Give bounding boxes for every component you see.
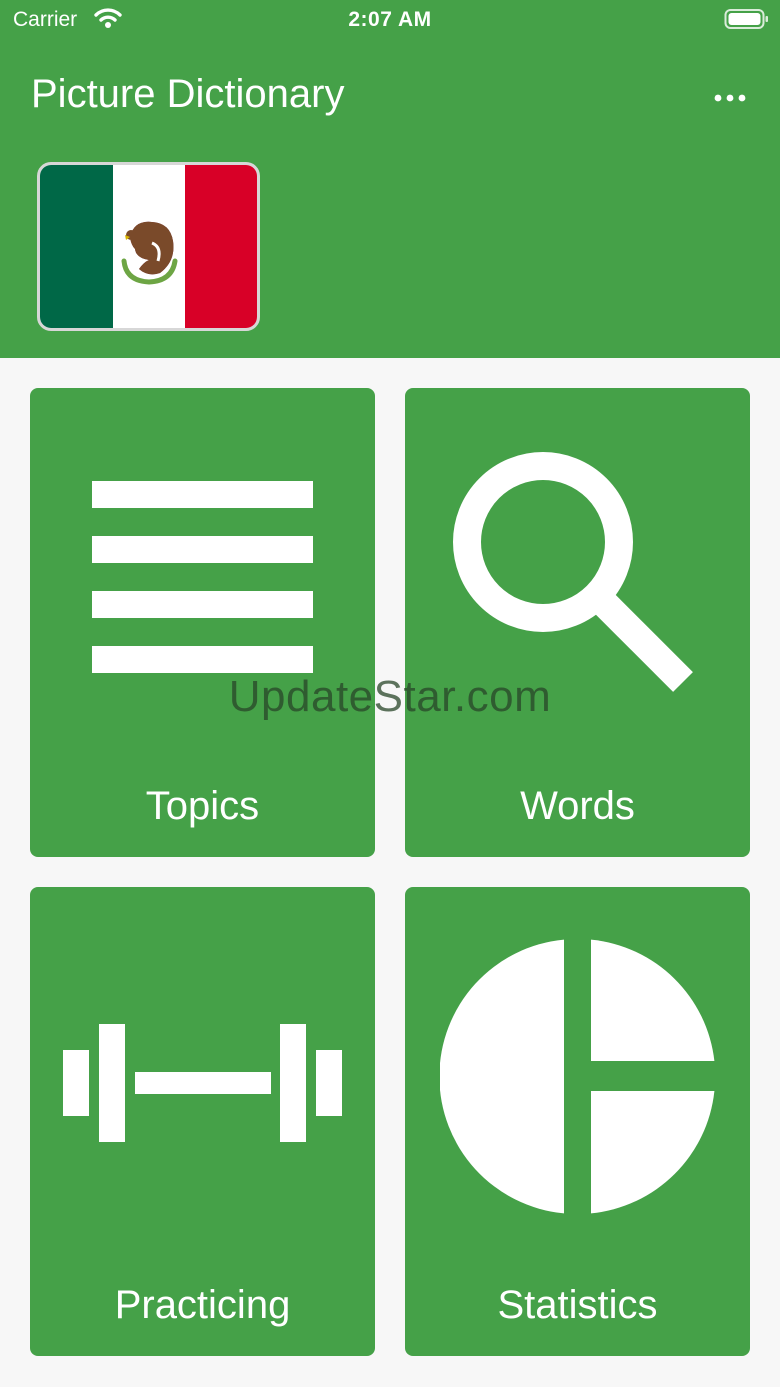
dumbbell-icon (63, 1024, 342, 1142)
list-icon (92, 481, 313, 673)
pie-chart-icon (440, 939, 715, 1214)
words-label: Words (520, 784, 635, 828)
status-bar: Carrier 2:07 AM (0, 0, 780, 40)
topics-label: Topics (145, 784, 260, 828)
practicing-label: Practicing (114, 1283, 291, 1327)
search-icon (453, 452, 693, 692)
mexico-flag-icon (40, 165, 257, 328)
words-tile[interactable]: Words (405, 388, 750, 857)
statistics-label: Statistics (497, 1283, 658, 1327)
practicing-tile[interactable]: Practicing (30, 887, 375, 1356)
app-header: Carrier 2:07 AM Picture Dictionary (0, 0, 780, 358)
statistics-tile[interactable]: Statistics (405, 887, 750, 1356)
battery-icon (724, 9, 768, 29)
topics-tile[interactable]: Topics (30, 388, 375, 857)
more-dots-icon[interactable] (710, 86, 750, 110)
status-time: 2:07 AM (348, 8, 432, 31)
language-flag-button[interactable] (37, 162, 260, 331)
page-title: Picture Dictionary (31, 72, 345, 116)
